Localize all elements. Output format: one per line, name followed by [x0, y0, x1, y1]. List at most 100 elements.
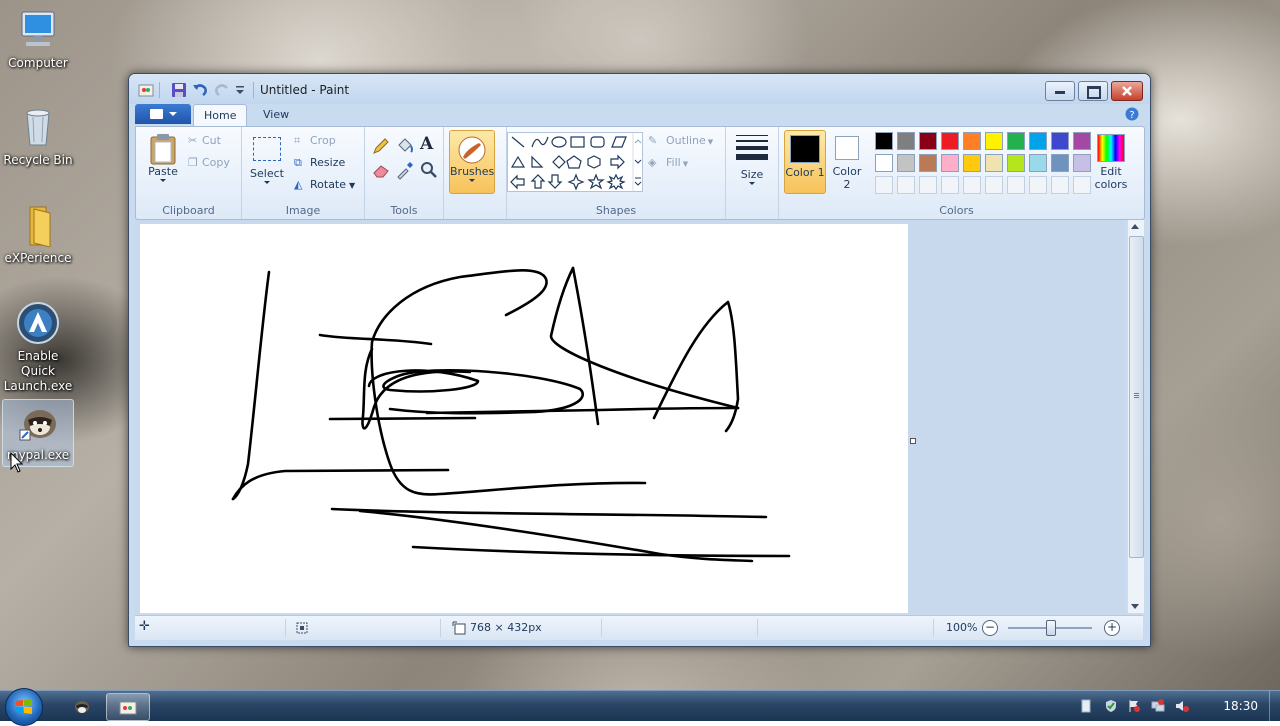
outline-button[interactable]: ✎ Outline ▼: [648, 134, 713, 147]
close-icon: [1122, 86, 1132, 96]
scroll-up-icon[interactable]: [1131, 224, 1139, 229]
copy-icon: ❐: [188, 156, 198, 169]
network-tray-icon[interactable]: [1151, 699, 1165, 713]
action-center-flag-icon[interactable]: [1127, 699, 1141, 713]
copy-button[interactable]: ❐ Copy: [188, 156, 230, 169]
edit-colors-button[interactable]: Edit colors: [1091, 130, 1131, 192]
color-swatch[interactable]: [1029, 154, 1047, 172]
desktop-icon-enable-quick-launch[interactable]: Enable Quick Launch.exe: [0, 301, 76, 394]
select-icon: [253, 137, 281, 161]
cursor-position-icon: ✛: [139, 619, 150, 634]
title-bar[interactable]: Untitled - Paint: [129, 74, 1150, 104]
color-swatch[interactable]: [1073, 132, 1091, 150]
taskbar: 18:30: [0, 688, 1280, 726]
fill-button[interactable]: ◈ Fill ▼: [648, 156, 688, 169]
desktop-icon-computer[interactable]: Computer: [0, 8, 76, 71]
divider: [253, 82, 254, 98]
color-swatch[interactable]: [1029, 132, 1047, 150]
show-desktop-button[interactable]: [1269, 691, 1280, 721]
taskbar-item-paint[interactable]: [106, 693, 150, 721]
eraser-icon[interactable]: [371, 160, 391, 180]
zoom-in-button[interactable]: +: [1104, 620, 1120, 636]
color-swatch[interactable]: [875, 154, 893, 172]
color-swatch[interactable]: [1007, 132, 1025, 150]
redo-icon[interactable]: [214, 82, 230, 98]
select-label: Select: [250, 167, 284, 180]
start-button[interactable]: [5, 688, 43, 726]
fill-bucket-icon[interactable]: [395, 136, 415, 156]
app-icon: [16, 301, 60, 345]
text-tool-icon[interactable]: A: [420, 134, 433, 154]
color-swatch[interactable]: [1051, 154, 1069, 172]
color-swatch[interactable]: [1007, 154, 1025, 172]
color-swatch[interactable]: [963, 154, 981, 172]
minimize-button[interactable]: [1045, 81, 1075, 101]
edit-colors-label: Edit colors: [1094, 165, 1128, 191]
help-icon[interactable]: ?: [1125, 107, 1139, 121]
rotate-button[interactable]: ◭ Rotate ▼: [294, 178, 355, 191]
color1-button[interactable]: Color 1: [784, 130, 826, 194]
color-swatch[interactable]: [897, 132, 915, 150]
volume-muted-icon[interactable]: [1175, 699, 1189, 713]
vertical-scrollbar[interactable]: [1127, 220, 1144, 613]
color-picker-icon[interactable]: [395, 160, 415, 180]
desktop-icon-recycle-bin[interactable]: Recycle Bin: [0, 105, 76, 168]
brush-icon: [458, 136, 486, 164]
customize-quick-access-icon[interactable]: [235, 84, 245, 96]
brushes-button[interactable]: Brushes: [449, 130, 495, 194]
close-button[interactable]: [1111, 81, 1143, 101]
crop-button[interactable]: ⌗ Crop: [294, 134, 336, 148]
maximize-button[interactable]: [1078, 81, 1108, 101]
ribbon: Paste ✂ Cut ❐ Copy Clipboard Select ⌗ Crop …: [135, 126, 1145, 220]
brushes-group: Brushes: [444, 127, 507, 219]
color-swatch[interactable]: [919, 154, 937, 172]
size-button[interactable]: Size: [732, 131, 772, 193]
chevron-down-icon: [169, 112, 177, 116]
paste-label: Paste: [148, 165, 178, 178]
color2-button[interactable]: Color 2: [829, 130, 865, 192]
cut-button[interactable]: ✂ Cut: [188, 134, 221, 147]
paint-menu-button[interactable]: [135, 104, 191, 124]
canvas-size-icon: [452, 621, 466, 635]
resize-button[interactable]: ⧉ Resize: [294, 156, 345, 170]
paste-button[interactable]: Paste: [142, 131, 184, 189]
paint-window[interactable]: Untitled - Paint Home View ? Paste ✂ Cut…: [128, 73, 1151, 647]
drawing-canvas[interactable]: [140, 224, 916, 613]
group-label: Clipboard: [162, 204, 215, 217]
undo-icon[interactable]: [192, 82, 208, 98]
chevron-down-icon: [749, 182, 755, 185]
zoom-out-button[interactable]: −: [982, 620, 998, 636]
color-swatch[interactable]: [875, 132, 893, 150]
scrollbar-thumb[interactable]: [1129, 236, 1144, 558]
color-swatch[interactable]: [941, 132, 959, 150]
select-button[interactable]: Select: [248, 131, 286, 189]
zoom-slider-thumb[interactable]: [1046, 620, 1056, 636]
group-label: Shapes: [595, 204, 637, 217]
divider: [285, 619, 286, 637]
document-tray-icon[interactable]: [1079, 699, 1093, 713]
canvas-resize-handle[interactable]: [910, 438, 916, 444]
tab-view[interactable]: View: [253, 104, 299, 125]
tab-home[interactable]: Home: [193, 104, 248, 126]
color-swatch[interactable]: [985, 132, 1003, 150]
color-swatch[interactable]: [985, 154, 1003, 172]
chevron-down-icon: ▼: [682, 160, 689, 168]
magnifier-icon[interactable]: [419, 160, 439, 180]
desktop-icon-experience-folder[interactable]: eXPerience: [0, 203, 76, 266]
taskbar-item-mypal[interactable]: [60, 693, 102, 719]
color-swatch[interactable]: [897, 154, 915, 172]
canvas-workspace[interactable]: [135, 220, 1125, 613]
taskbar-clock[interactable]: 18:30: [1223, 699, 1258, 713]
save-icon[interactable]: [171, 82, 187, 98]
color-swatch[interactable]: [919, 132, 937, 150]
paint-app-icon[interactable]: [138, 82, 154, 98]
color-swatch[interactable]: [1051, 132, 1069, 150]
shapes-gallery[interactable]: [507, 132, 643, 192]
security-tray-icon[interactable]: [1104, 699, 1118, 713]
color-swatch[interactable]: [1073, 154, 1091, 172]
pencil-icon[interactable]: [371, 136, 391, 156]
color-swatch[interactable]: [963, 132, 981, 150]
color-swatch[interactable]: [941, 154, 959, 172]
freehand-drawing: [231, 266, 791, 563]
scroll-down-icon[interactable]: [1131, 604, 1139, 609]
